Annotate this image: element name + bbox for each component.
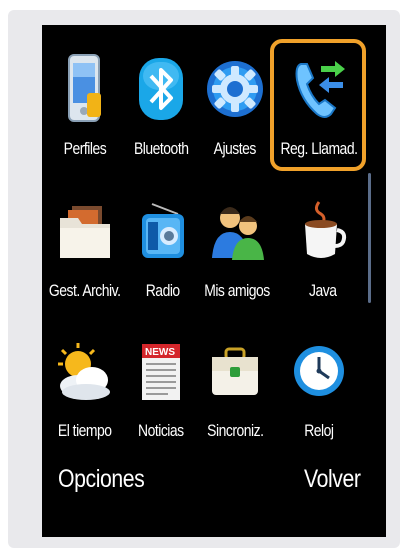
app-mis-amigos[interactable]: Mis amigos: [194, 185, 280, 325]
app-label: Bluetooth: [133, 139, 189, 158]
java-cup-icon: [292, 191, 354, 271]
svg-text:NEWS: NEWS: [145, 347, 175, 358]
news-icon: NEWS: [130, 331, 192, 411]
opciones-softkey[interactable]: Opciones: [58, 465, 145, 494]
phone-profile-icon: [54, 49, 116, 129]
weather-icon: [54, 331, 116, 411]
app-label: Sincroniz.: [206, 421, 264, 440]
app-reloj[interactable]: Reloj: [276, 325, 362, 465]
app-gest-archiv[interactable]: Gest. Archiv.: [42, 185, 128, 325]
clock-icon: [288, 331, 350, 411]
app-label: Noticias: [138, 421, 184, 440]
app-perfiles[interactable]: Perfiles: [42, 43, 128, 183]
app-java[interactable]: Java: [280, 185, 366, 325]
friends-icon: [206, 191, 268, 271]
sync-briefcase-icon: [204, 331, 266, 411]
app-label: Gest. Archiv.: [49, 281, 121, 300]
volver-softkey[interactable]: Volver: [304, 465, 361, 494]
app-ajustes[interactable]: Ajustes: [192, 43, 278, 183]
folder-icon: [54, 191, 116, 271]
app-label: Mis amigos: [204, 281, 270, 300]
selection-highlight: [270, 39, 366, 171]
scrollbar[interactable]: [368, 173, 371, 303]
app-label: Radio: [146, 281, 180, 300]
bluetooth-icon: [130, 49, 192, 129]
radio-icon: [132, 191, 194, 271]
app-el-tiempo[interactable]: El tiempo: [42, 325, 128, 465]
phone-screen: Perfiles Bluetooth Ajustes Reg. Llamad. …: [42, 25, 386, 537]
app-label: Perfiles: [63, 139, 107, 158]
app-sincroniz[interactable]: Sincroniz.: [192, 325, 278, 465]
gear-icon: [204, 49, 266, 129]
app-label: Java: [309, 281, 337, 300]
app-label: El tiempo: [58, 421, 112, 440]
app-label: Reloj: [304, 421, 334, 440]
app-label: Ajustes: [213, 139, 257, 158]
